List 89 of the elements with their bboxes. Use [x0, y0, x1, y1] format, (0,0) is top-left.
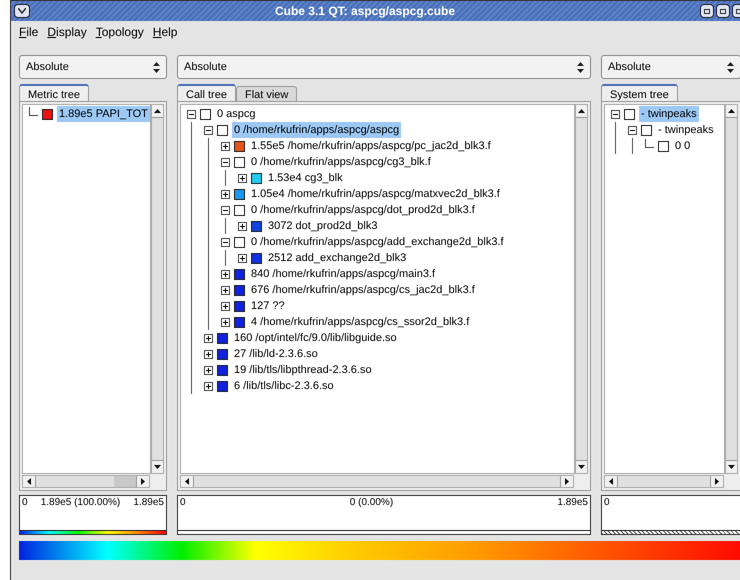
menu-item[interactable]: Help	[152, 23, 178, 41]
expand-icon[interactable]	[221, 286, 230, 294]
expand-icon[interactable]	[221, 270, 230, 278]
collapse-icon[interactable]	[187, 110, 196, 118]
tree-item[interactable]: 0 aspcg	[215, 106, 258, 122]
tree-branch-line	[645, 138, 654, 148]
menu-item[interactable]: Display	[47, 23, 87, 41]
tree-item[interactable]: 3072 dot_prod2d_blk3	[266, 218, 380, 234]
expand-icon[interactable]	[221, 190, 230, 198]
caret-icon	[18, 8, 26, 14]
value-min-label: 0	[22, 496, 28, 510]
tree-item[interactable]: 0 /home/rkufrin/apps/aspcg/aspcg	[232, 122, 402, 138]
value-max-label: 1.89e5	[557, 496, 588, 510]
collapse-icon[interactable]	[221, 238, 230, 246]
tree-item[interactable]: 6 /lib/tls/libc-2.3.6.so	[232, 378, 336, 394]
value-reading-label: 0 (0.00%)	[350, 496, 394, 510]
down-arrow-icon[interactable]	[154, 465, 161, 469]
window-title: Cube 3.1 QT: aspcg/aspcg.cube	[274, 3, 456, 20]
tree-item[interactable]: 0 /home/rkufrin/apps/aspcg/dot_prod2d_blk3.f	[249, 202, 477, 218]
horizontal-scrollbar[interactable]	[22, 475, 150, 488]
tree-item[interactable]: 0 /home/rkufrin/apps/aspcg/cg3_blk.f	[249, 154, 433, 170]
menu-item[interactable]: Topology	[96, 23, 144, 41]
down-arrow-icon[interactable]	[578, 465, 585, 469]
value-min-label: 0	[604, 496, 610, 510]
expand-icon[interactable]	[204, 334, 213, 342]
value-min-label: 0	[180, 496, 186, 510]
horizontal-scrollbar[interactable]	[604, 475, 724, 488]
tree-item[interactable]: 4 /home/rkufrin/apps/aspcg/cs_ssor2d_blk3.f	[249, 314, 472, 330]
expand-icon[interactable]	[221, 302, 230, 310]
horizontal-scrollbar[interactable]	[180, 475, 574, 488]
expand-icon[interactable]	[238, 174, 247, 182]
vertical-scrollbar[interactable]	[725, 104, 738, 474]
expand-icon[interactable]	[221, 318, 230, 326]
window-menu-button[interactable]	[14, 4, 30, 18]
tree-item[interactable]: 2512 add_exchange2d_blk3	[266, 250, 408, 266]
minimize-button[interactable]	[700, 4, 714, 18]
tree-item[interactable]: 0 /home/rkufrin/apps/aspcg/add_exchange2d_blk3.f	[249, 234, 506, 250]
up-arrow-icon[interactable]	[728, 109, 735, 113]
mode-dropdown[interactable]: Absolute	[601, 55, 740, 79]
tree-item[interactable]: 840 /home/rkufrin/apps/aspcg/main3.f	[249, 266, 438, 282]
tree-item[interactable]: 1.89e5 PAPI_TOT	[57, 106, 150, 122]
tree-item[interactable]: 1.05e4 /home/rkufrin/apps/aspcg/matxvec2d_blk3.f	[249, 186, 502, 202]
updown-icon	[153, 62, 160, 72]
down-arrow-icon[interactable]	[728, 465, 735, 469]
expand-icon[interactable]	[238, 254, 247, 262]
mode-dropdown[interactable]: Absolute	[177, 55, 591, 79]
maximize-button[interactable]	[716, 4, 730, 18]
right-arrow-icon[interactable]	[565, 478, 569, 485]
tree-item[interactable]: 27 /lib/ld-2.3.6.so	[232, 346, 320, 362]
left-arrow-icon[interactable]	[609, 478, 613, 485]
collapse-icon[interactable]	[221, 158, 230, 166]
left-arrow-icon[interactable]	[185, 478, 189, 485]
tree-item[interactable]: 0 0	[673, 138, 692, 154]
up-arrow-icon[interactable]	[154, 109, 161, 113]
collapse-icon[interactable]	[628, 126, 637, 134]
collapse-icon[interactable]	[611, 110, 620, 118]
collapse-icon[interactable]	[204, 126, 213, 134]
tree-item[interactable]: - twinpeaks	[656, 122, 716, 138]
right-arrow-icon[interactable]	[715, 478, 719, 485]
vertical-scrollbar[interactable]	[151, 104, 164, 474]
expand-icon[interactable]	[221, 142, 230, 150]
tab[interactable]: Call tree	[177, 84, 236, 101]
tree-item[interactable]: - twinpeaks	[639, 106, 699, 122]
updown-icon	[727, 62, 734, 72]
tab[interactable]: Flat view	[236, 86, 298, 101]
expand-icon[interactable]	[238, 222, 247, 230]
tree-item[interactable]: 19 /lib/tls/libpthread-2.3.6.so	[232, 362, 374, 378]
tree-item[interactable]: 676 /home/rkufrin/apps/aspcg/cs_jac2d_blk3.f	[249, 282, 477, 298]
menu-item[interactable]: File	[19, 23, 38, 41]
right-arrow-icon[interactable]	[141, 478, 145, 485]
tab[interactable]: System tree	[601, 84, 678, 101]
tab[interactable]: Metric tree	[19, 84, 89, 101]
value-max-label: 1.89e5	[133, 496, 164, 510]
value-reading-label: 1.89e5 (100.00%)	[40, 496, 120, 510]
left-arrow-icon[interactable]	[27, 478, 31, 485]
updown-icon	[577, 62, 584, 72]
tree-item[interactable]: 127 ??	[249, 298, 287, 314]
up-arrow-icon[interactable]	[578, 109, 585, 113]
tree-branch-line	[29, 106, 38, 116]
scrollbar-thumb[interactable]	[114, 476, 136, 487]
expand-icon[interactable]	[204, 366, 213, 374]
tree-item[interactable]: 1.53e4 cg3_blk	[266, 170, 345, 186]
tree-item[interactable]: 1.55e5 /home/rkufrin/apps/aspcg/pc_jac2d_blk3.f	[249, 138, 493, 154]
collapse-icon[interactable]	[221, 206, 230, 214]
mode-dropdown[interactable]: Absolute	[19, 55, 167, 79]
expand-icon[interactable]	[204, 350, 213, 358]
vertical-scrollbar[interactable]	[575, 104, 588, 474]
expand-icon[interactable]	[204, 382, 213, 390]
tree-item[interactable]: 160 /opt/intel/fc/9.0/lib/libguide.so	[232, 330, 399, 346]
